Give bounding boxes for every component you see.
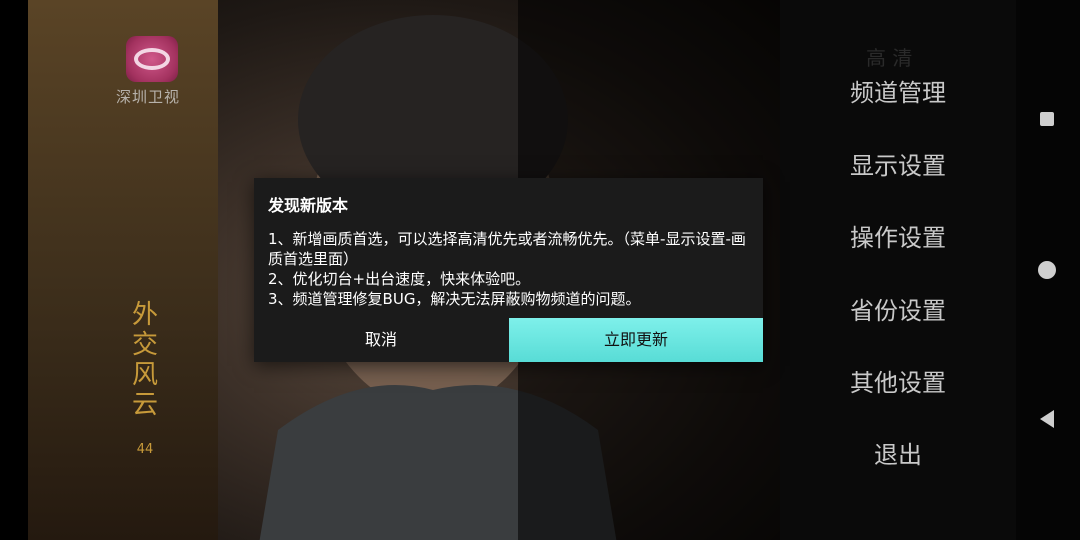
quality-label-ghost: 高 清 [866, 46, 913, 70]
menu-item-province-settings[interactable]: 省份设置 [780, 291, 1016, 326]
settings-menu: 高 清 频道管理 显示设置 操作设置 省份设置 其他设置 退出 [780, 0, 1016, 540]
program-title: 外交风云 [131, 300, 158, 420]
dialog-body: 1、新增画质首选，可以选择高清优先或者流畅优先。（菜单-显示设置-画质首选里面）… [268, 229, 758, 309]
back-triangle-icon[interactable] [1040, 410, 1054, 428]
update-now-button[interactable]: 立即更新 [509, 318, 763, 362]
cancel-button[interactable]: 取消 [254, 318, 508, 362]
update-dialog: 发现新版本 1、新增画质首选，可以选择高清优先或者流畅优先。（菜单-显示设置-画… [254, 178, 763, 362]
changelog-line-3: 3、频道管理修复BUG，解决无法屏蔽购物频道的问题。 [268, 290, 641, 308]
changelog-line-2: 2、优化切台+出台速度，快来体验吧。 [268, 270, 531, 288]
channel-logo-icon [126, 36, 178, 82]
dialog-title: 发现新版本 [268, 196, 349, 215]
recents-square-icon[interactable] [1040, 112, 1054, 126]
home-circle-icon[interactable] [1038, 261, 1056, 279]
menu-item-exit[interactable]: 退出 [780, 435, 1016, 470]
menu-item-display-settings[interactable]: 显示设置 [780, 146, 1016, 181]
episode-number: 44 [136, 442, 154, 457]
menu-item-operation-settings[interactable]: 操作设置 [780, 218, 1016, 253]
changelog-line-1: 1、新增画质首选，可以选择高清优先或者流畅优先。（菜单-显示设置-画质首选里面） [268, 230, 746, 268]
channel-logo: 深圳卫视 [116, 36, 192, 107]
system-navbar [1016, 0, 1080, 540]
menu-item-other-settings[interactable]: 其他设置 [780, 363, 1016, 398]
menu-item-channel-manage[interactable]: 频道管理 [780, 73, 1016, 108]
screen: 深圳卫视 外交风云 44 高 清 频道管理 显示设置 操作设置 省份设置 其他设… [0, 0, 1080, 540]
channel-logo-text: 深圳卫视 [116, 88, 181, 106]
